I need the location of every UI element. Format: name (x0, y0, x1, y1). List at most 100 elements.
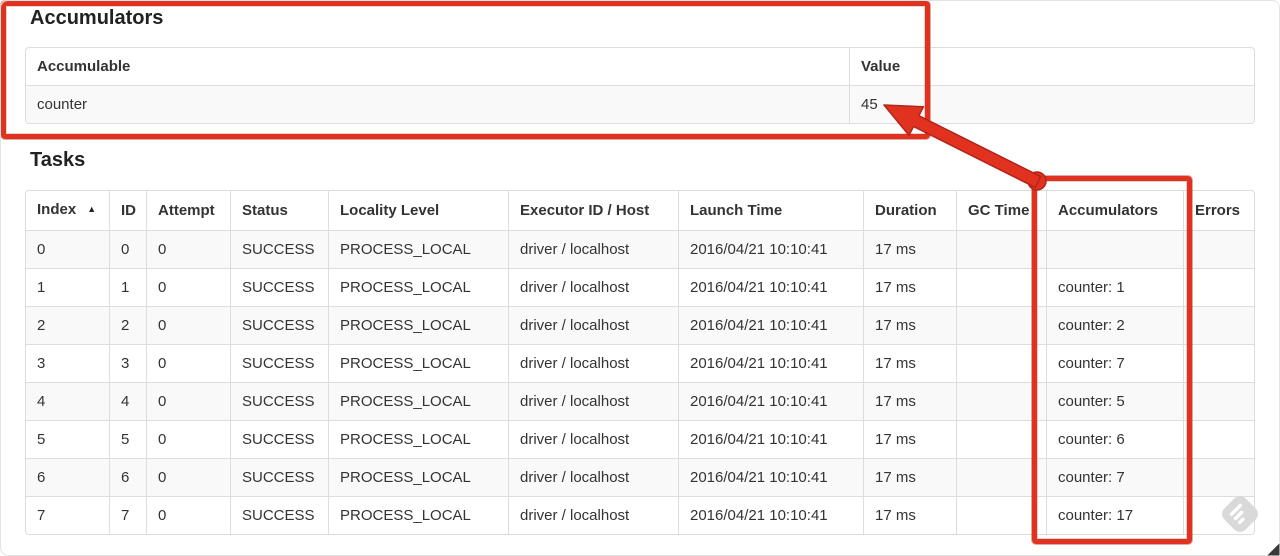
cell-duration: 17 ms (863, 382, 956, 420)
column-header-attempt[interactable]: Attempt (146, 191, 230, 230)
cell-locality-level: PROCESS_LOCAL (328, 230, 508, 268)
cell-launch-time: 2016/04/21 10:10:41 (678, 458, 863, 496)
cell-id: 4 (109, 382, 146, 420)
cell-executor-id-host: driver / localhost (508, 382, 678, 420)
accumulators-section-title: Accumulators (30, 7, 164, 29)
cell-duration: 17 ms (863, 420, 956, 458)
cell-id: 2 (109, 306, 146, 344)
cell-duration: 17 ms (863, 306, 956, 344)
column-header-value[interactable]: Value (849, 48, 1254, 85)
cell-errors (1183, 230, 1254, 268)
cell-duration: 17 ms (863, 344, 956, 382)
column-header-launch-time[interactable]: Launch Time (678, 191, 863, 230)
cell-accumulators: counter: 17 (1046, 496, 1183, 534)
cell-index: 7 (26, 496, 109, 534)
cell-status: SUCCESS (230, 230, 328, 268)
cell-attempt: 0 (146, 382, 230, 420)
cell-duration: 17 ms (863, 496, 956, 534)
table-row: 5 5 0 SUCCESS PROCESS_LOCAL driver / localhos… (26, 420, 1254, 458)
tasks-table: Index ▲ ID Attempt Status Locality Level Execu… (25, 190, 1255, 535)
column-header-duration[interactable]: Duration (863, 191, 956, 230)
table-row: 7 7 0 SUCCESS PROCESS_LOCAL driver / localhos… (26, 496, 1254, 534)
cell-accumulable: counter (26, 85, 849, 123)
cell-accumulators (1046, 230, 1183, 268)
accumulators-table: Accumulable Value counter 45 (25, 47, 1255, 124)
column-header-accumulable[interactable]: Accumulable (26, 48, 849, 85)
cell-id: 3 (109, 344, 146, 382)
mouse-cursor-icon (1265, 541, 1280, 556)
cell-locality-level: PROCESS_LOCAL (328, 344, 508, 382)
cell-id: 5 (109, 420, 146, 458)
column-header-accumulators[interactable]: Accumulators (1046, 191, 1183, 230)
cell-status: SUCCESS (230, 496, 328, 534)
cell-value: 45 (849, 85, 1254, 123)
cell-duration: 17 ms (863, 458, 956, 496)
cell-errors (1183, 382, 1254, 420)
column-header-errors[interactable]: Errors (1183, 191, 1254, 230)
cell-accumulators: counter: 1 (1046, 268, 1183, 306)
cell-attempt: 0 (146, 496, 230, 534)
cell-gc-time (956, 344, 1046, 382)
cell-locality-level: PROCESS_LOCAL (328, 458, 508, 496)
cell-gc-time (956, 306, 1046, 344)
table-row: 2 2 0 SUCCESS PROCESS_LOCAL driver / localhos… (26, 306, 1254, 344)
cell-status: SUCCESS (230, 382, 328, 420)
cell-attempt: 0 (146, 306, 230, 344)
cell-launch-time: 2016/04/21 10:10:41 (678, 344, 863, 382)
cell-launch-time: 2016/04/21 10:10:41 (678, 306, 863, 344)
cell-launch-time: 2016/04/21 10:10:41 (678, 420, 863, 458)
cell-id: 7 (109, 496, 146, 534)
column-header-index[interactable]: Index ▲ (26, 191, 109, 230)
column-header-gc-time[interactable]: GC Time (956, 191, 1046, 230)
cell-executor-id-host: driver / localhost (508, 496, 678, 534)
cell-duration: 17 ms (863, 268, 956, 306)
cell-locality-level: PROCESS_LOCAL (328, 306, 508, 344)
cell-id: 0 (109, 230, 146, 268)
column-header-locality-level[interactable]: Locality Level (328, 191, 508, 230)
cell-index: 4 (26, 382, 109, 420)
cell-executor-id-host: driver / localhost (508, 344, 678, 382)
cell-index: 5 (26, 420, 109, 458)
cell-gc-time (956, 230, 1046, 268)
cell-index: 3 (26, 344, 109, 382)
column-header-id[interactable]: ID (109, 191, 146, 230)
cell-gc-time (956, 496, 1046, 534)
cell-attempt: 0 (146, 230, 230, 268)
cell-status: SUCCESS (230, 306, 328, 344)
cell-locality-level: PROCESS_LOCAL (328, 268, 508, 306)
cell-executor-id-host: driver / localhost (508, 268, 678, 306)
cell-executor-id-host: driver / localhost (508, 458, 678, 496)
table-row: 4 4 0 SUCCESS PROCESS_LOCAL driver / localhos… (26, 382, 1254, 420)
cell-gc-time (956, 420, 1046, 458)
table-row: 6 6 0 SUCCESS PROCESS_LOCAL driver / localhos… (26, 458, 1254, 496)
cell-index: 2 (26, 306, 109, 344)
cell-attempt: 0 (146, 420, 230, 458)
table-row: 3 3 0 SUCCESS PROCESS_LOCAL driver / localhos… (26, 344, 1254, 382)
cell-accumulators: counter: 7 (1046, 458, 1183, 496)
column-header-executor-id-host[interactable]: Executor ID / Host (508, 191, 678, 230)
cell-accumulators: counter: 5 (1046, 382, 1183, 420)
cell-launch-time: 2016/04/21 10:10:41 (678, 268, 863, 306)
cell-accumulators: counter: 2 (1046, 306, 1183, 344)
cell-locality-level: PROCESS_LOCAL (328, 420, 508, 458)
cell-executor-id-host: driver / localhost (508, 420, 678, 458)
cell-status: SUCCESS (230, 268, 328, 306)
cell-executor-id-host: driver / localhost (508, 230, 678, 268)
column-header-status[interactable]: Status (230, 191, 328, 230)
cell-locality-level: PROCESS_LOCAL (328, 382, 508, 420)
cell-errors (1183, 496, 1254, 534)
table-row: 1 1 0 SUCCESS PROCESS_LOCAL driver / localhos… (26, 268, 1254, 306)
cell-id: 1 (109, 268, 146, 306)
cell-gc-time (956, 382, 1046, 420)
tasks-section-title: Tasks (30, 149, 86, 171)
cell-launch-time: 2016/04/21 10:10:41 (678, 496, 863, 534)
cell-status: SUCCESS (230, 420, 328, 458)
cell-duration: 17 ms (863, 230, 956, 268)
sort-ascending-icon: ▲ (87, 204, 97, 214)
cell-errors (1183, 268, 1254, 306)
cell-attempt: 0 (146, 344, 230, 382)
cell-executor-id-host: driver / localhost (508, 306, 678, 344)
cell-accumulators: counter: 6 (1046, 420, 1183, 458)
cell-index: 0 (26, 230, 109, 268)
cell-index: 1 (26, 268, 109, 306)
